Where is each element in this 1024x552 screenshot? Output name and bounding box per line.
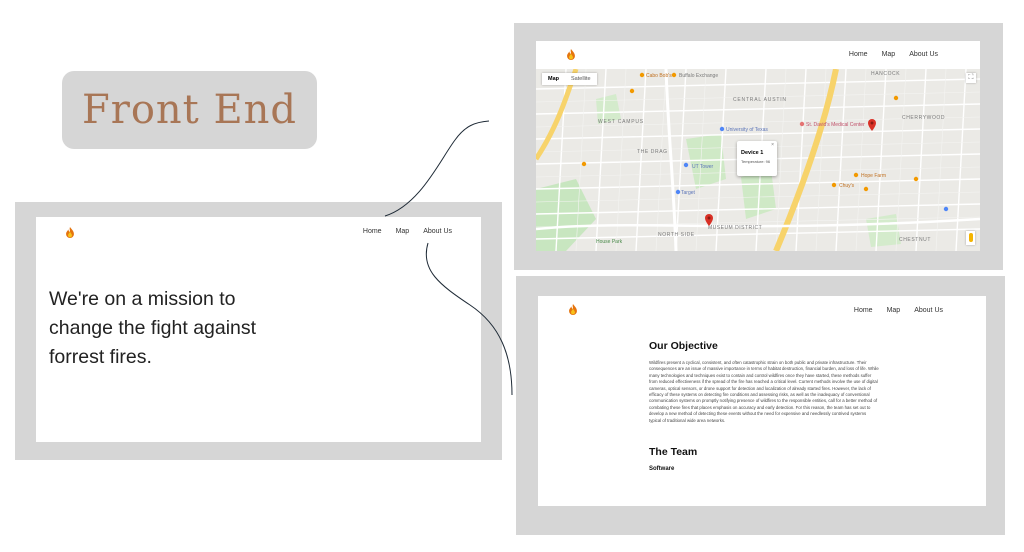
connector-to-map — [384, 120, 490, 217]
connector-to-about — [425, 242, 513, 396]
connector-lines — [384, 120, 513, 396]
